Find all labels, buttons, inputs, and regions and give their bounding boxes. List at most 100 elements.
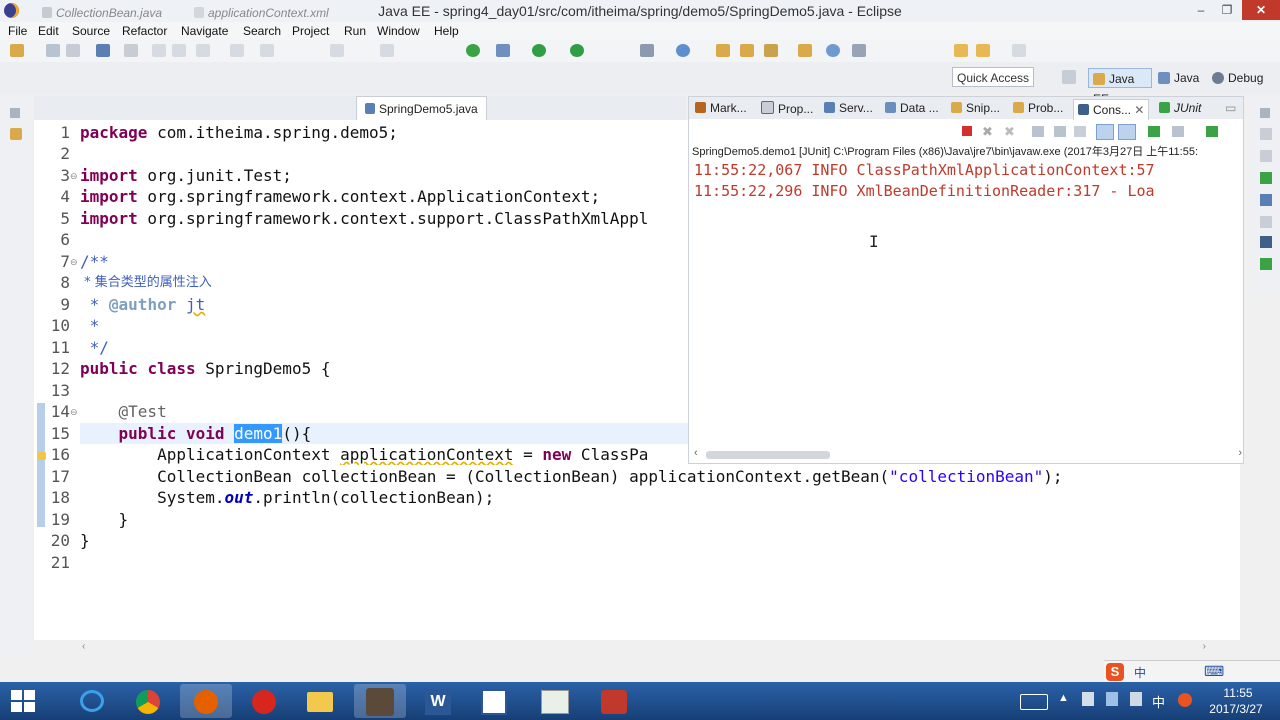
pin-console-icon[interactable] (1148, 126, 1160, 137)
taskbar-eclipse[interactable] (354, 684, 406, 718)
package-explorer-icon[interactable] (10, 128, 22, 140)
tray-icon[interactable] (1082, 692, 1094, 706)
open-resource-icon[interactable] (798, 44, 812, 57)
tab-collectionbean[interactable]: CollectionBean.java (42, 4, 162, 22)
fold-toggle-icon[interactable]: ⊖ (70, 171, 78, 182)
save-all-icon[interactable] (66, 44, 80, 57)
back-icon[interactable] (954, 44, 968, 57)
volume-icon[interactable] (1130, 692, 1142, 706)
show-on-output-icon[interactable] (1096, 124, 1114, 140)
display-console-icon[interactable] (1172, 126, 1184, 137)
clock-date[interactable]: 2017/3/27 (1200, 702, 1272, 716)
web-browser-icon[interactable] (826, 44, 840, 57)
tab-junit[interactable]: JUnit (1159, 101, 1201, 115)
perspective-debug[interactable]: Debug (1212, 68, 1263, 88)
outline-icon[interactable] (1260, 128, 1272, 140)
selected-text[interactable]: demo1 (234, 424, 283, 443)
tab-springdemo5[interactable]: SpringDemo5.java (356, 96, 487, 122)
taskbar-ie[interactable] (66, 684, 118, 718)
tab-data-source[interactable]: Data ... (885, 101, 939, 115)
show-on-error-icon[interactable] (1118, 124, 1136, 140)
external-tools-icon[interactable] (570, 44, 584, 57)
fold-toggle-icon[interactable]: ⊖ (70, 407, 78, 418)
scroll-left-icon[interactable]: ‹ (694, 447, 698, 459)
new-icon[interactable] (10, 44, 24, 57)
terminate-icon[interactable] (196, 44, 210, 57)
junit-view-icon[interactable] (1260, 172, 1272, 184)
scroll-lock-icon[interactable] (1054, 126, 1066, 137)
menu-refactor[interactable]: Refactor (122, 24, 167, 38)
taskbar-chrome[interactable] (122, 684, 174, 718)
hierarchy-icon[interactable] (1260, 194, 1272, 206)
clear-console-icon[interactable] (1032, 126, 1044, 137)
ime-lang-icon[interactable]: 中 (1152, 692, 1165, 711)
taskbar-app[interactable] (238, 684, 290, 718)
tab-markers[interactable]: Mark... (695, 101, 747, 115)
tab-servers[interactable]: Serv... (824, 101, 873, 115)
open-type-icon[interactable] (676, 44, 690, 57)
windows-start-icon[interactable] (8, 686, 38, 716)
progress-icon[interactable] (1260, 258, 1272, 270)
scroll-right-icon[interactable]: › (1238, 447, 1242, 459)
perspective-java[interactable]: Java (1158, 68, 1199, 88)
close-tab-icon[interactable]: ✕ (1134, 103, 1144, 117)
toolbar-icon[interactable] (380, 44, 394, 57)
toggle-icon[interactable] (124, 44, 138, 57)
tab-problems[interactable]: Prob... (1013, 101, 1063, 115)
scroll-left-icon[interactable]: ‹ (82, 641, 85, 652)
menu-navigate[interactable]: Navigate (181, 24, 228, 38)
step-into-icon[interactable] (230, 44, 244, 57)
new-java-class-icon[interactable] (640, 44, 654, 57)
close-button[interactable]: ✕ (1242, 0, 1280, 20)
open-perspective-icon[interactable] (1062, 70, 1076, 84)
taskbar-editor[interactable] (468, 684, 520, 718)
clock-time[interactable]: 11:55 (1210, 686, 1266, 700)
use-step-filters-icon[interactable] (330, 44, 344, 57)
menu-source[interactable]: Source (72, 24, 110, 38)
ime-mode[interactable]: 中 (1134, 664, 1146, 681)
server-icon[interactable] (466, 44, 480, 57)
menu-window[interactable]: Window (377, 24, 420, 38)
console-icon[interactable] (1260, 236, 1272, 248)
tab-applicationcontext[interactable]: applicationContext.xml (194, 4, 329, 22)
next-edit-icon[interactable] (1012, 44, 1026, 57)
search-icon[interactable] (764, 44, 778, 57)
taskbar-firefox[interactable] (180, 684, 232, 718)
editor-horizontal-scrollbar[interactable]: ‹ › (80, 641, 1220, 653)
sogou-tray-icon[interactable] (1178, 693, 1192, 707)
taskbar-word[interactable]: W (412, 684, 464, 718)
keyboard-tray-icon[interactable] (1020, 694, 1048, 710)
scrollbar-thumb[interactable] (706, 451, 830, 459)
forward-icon[interactable] (976, 44, 990, 57)
restore-icon[interactable] (1260, 108, 1270, 118)
search-view-icon[interactable] (1260, 216, 1272, 228)
task-list-icon[interactable] (1260, 150, 1272, 162)
network-icon[interactable] (1106, 692, 1118, 706)
minimize-view-icon[interactable]: ▭ (1225, 101, 1236, 115)
menu-run[interactable]: Run (344, 24, 366, 38)
menu-search[interactable]: Search (243, 24, 281, 38)
menu-help[interactable]: Help (434, 24, 459, 38)
minimize-button[interactable]: – (1188, 0, 1214, 20)
print-icon[interactable] (96, 44, 110, 57)
pin-icon[interactable] (852, 44, 866, 57)
step-over-icon[interactable] (260, 44, 274, 57)
tab-snippets[interactable]: Snip... (951, 101, 1000, 115)
perspective-java-ee[interactable]: Java EE (1088, 68, 1152, 106)
quick-access-input[interactable]: Quick Access (952, 67, 1034, 87)
debug-icon[interactable] (496, 44, 510, 57)
fold-toggle-icon[interactable]: ⊖ (70, 257, 78, 268)
terminate-icon[interactable] (962, 126, 972, 136)
suspend-icon[interactable] (172, 44, 186, 57)
resume-icon[interactable] (152, 44, 166, 57)
menu-edit[interactable]: Edit (38, 24, 59, 38)
menu-file[interactable]: File (8, 24, 27, 38)
tray-expand-icon[interactable]: ▲ (1058, 692, 1069, 704)
menu-project[interactable]: Project (292, 24, 329, 38)
restore-icon[interactable] (10, 108, 20, 118)
maximize-button[interactable]: ❐ (1214, 0, 1240, 20)
keyboard-icon[interactable]: ⌨ (1204, 663, 1224, 680)
open-console-icon[interactable] (1206, 126, 1218, 137)
warning-icon[interactable] (38, 452, 46, 460)
taskbar-explorer[interactable] (294, 684, 346, 718)
